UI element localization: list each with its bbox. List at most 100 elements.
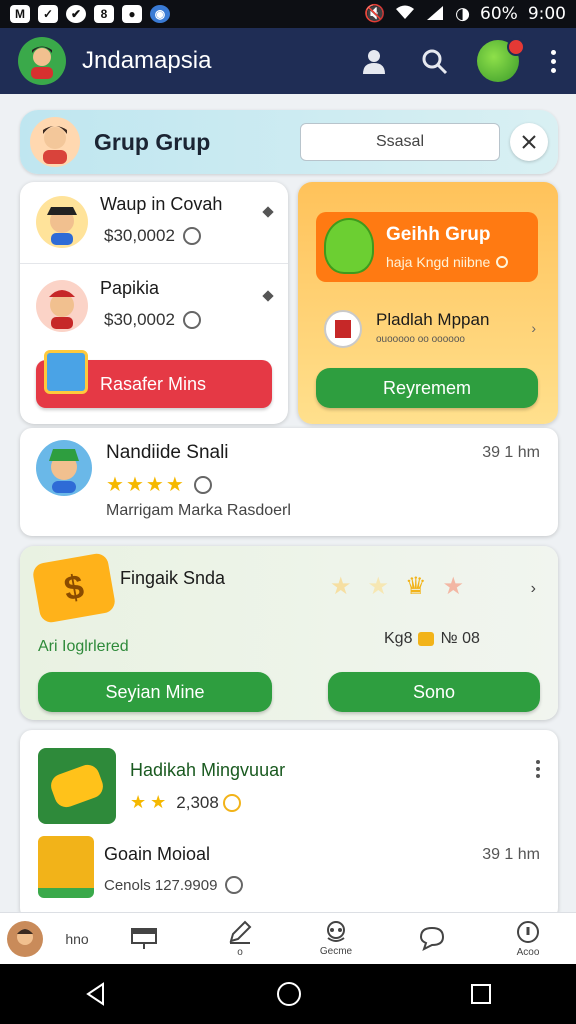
chevron-right-icon: › (531, 320, 536, 336)
games-list-card: Hadikah Mingvuuar ★ ★ 2,308 Goain Moioal… (20, 730, 558, 920)
star-rating: ★ ★ ★ ★ (106, 472, 212, 497)
more-icon[interactable] (262, 206, 274, 218)
list-item[interactable]: Papikia $30,0002 (20, 268, 288, 348)
coin-icon (225, 876, 244, 894)
fries-icon[interactable] (38, 836, 94, 898)
marketplace-list-card: Waup in Covah $30,0002 Papikia $30,0002 … (20, 182, 288, 424)
star-icon: ★ (106, 474, 124, 496)
star-icon: ★ (125, 474, 144, 496)
profile-description: Marrigam Marka Rasdoerl (106, 502, 291, 519)
status-bar: M ✓ ✔ 8 ● ◉ 🔇 ◑ 60% 9:00 (0, 0, 576, 28)
chat-icon (419, 926, 445, 951)
lock-icon: ● (122, 5, 142, 23)
nav-item-game[interactable]: Gecme (288, 913, 384, 964)
reward-subtitle: Ari Ioglrlered (38, 638, 129, 655)
item-price: $30,0002 (104, 226, 175, 245)
nav-item-edit[interactable]: o (192, 913, 288, 964)
recents-icon[interactable] (469, 982, 493, 1006)
clock: 9:00 (527, 4, 566, 24)
coin-icon (182, 227, 201, 245)
more-icon[interactable] (262, 290, 274, 302)
more-menu-button[interactable] (536, 760, 540, 778)
seyian-mine-button[interactable]: Seyian Mine (38, 672, 272, 712)
star-icon: ★ (150, 792, 167, 812)
seller-avatar (36, 280, 88, 332)
mascot-icon (324, 218, 374, 274)
rasafer-mins-button[interactable]: Rasafer Mins (36, 350, 272, 408)
battery-percent: 60% (480, 4, 518, 24)
mute-icon: 🔇 (364, 4, 386, 24)
storefront-icon (131, 927, 157, 949)
rating-count: 2,308 (176, 792, 219, 812)
item-name: Waup in Covah (100, 194, 223, 214)
star-icon: ★ (165, 474, 184, 496)
reward-count: Kg8 (384, 630, 413, 647)
reward-count-value: № 08 (440, 630, 480, 647)
close-icon (522, 135, 536, 149)
app-bar: Jndamapsia (0, 28, 576, 94)
item-name: Papikia (100, 278, 160, 298)
profile-icon (7, 920, 44, 957)
sono-button[interactable]: Sono (328, 672, 540, 712)
group-header: Grup Grup (20, 110, 558, 174)
game-thumbnail[interactable] (38, 748, 116, 824)
promo-title: Geihh Grup (386, 224, 491, 245)
item-subtitle: Cenols 127.9909 (104, 876, 218, 894)
profile-avatar (36, 440, 92, 496)
profile-card[interactable]: Nandiide Snali 39 1 hm ★ ★ ★ ★ Marrigam … (20, 428, 558, 536)
promo-item[interactable]: Pladlah Mppan ouooooo oo oooooo › (324, 308, 544, 352)
close-button[interactable] (510, 123, 548, 161)
edit-icon (229, 920, 252, 944)
battery-icon: ◑ (455, 4, 471, 24)
seller-avatar (36, 196, 88, 248)
promo-item-subtitle: ouooooo oo oooooo (376, 334, 465, 345)
reward-card: $ Fingaik Snda Ari Ioglrlered ★ ★ ♛ ★ › … (20, 546, 558, 720)
star-icon: ★ (145, 474, 164, 496)
reyremem-button[interactable]: Reyremem (316, 368, 538, 408)
messenger-icon: ✔ (66, 5, 86, 23)
list-item[interactable]: Waup in Covah $30,0002 (20, 184, 288, 264)
rewards-button[interactable] (477, 38, 525, 82)
promo-card: Geihh Grup haja Kngd niibne Pladlah Mppa… (298, 182, 558, 424)
nav-item-profile[interactable]: hno (0, 913, 96, 964)
wifi-icon (395, 4, 415, 25)
reward-title: Fingaik Snda (120, 568, 226, 588)
nav-item-chat[interactable] (384, 913, 480, 964)
gift-box-icon (44, 350, 88, 394)
home-icon[interactable] (275, 980, 303, 1008)
star-rating: ★ ★ 2,308 (130, 792, 241, 813)
promo-banner[interactable]: Geihh Grup haja Kngd niibne (316, 212, 538, 282)
more-menu-button[interactable] (545, 49, 562, 73)
bottom-nav: hno o Gecme Acoo (0, 912, 576, 964)
group-avatar[interactable] (30, 117, 80, 167)
game-icon (327, 921, 345, 942)
nav-item-info[interactable]: Acoo (480, 913, 576, 964)
coin-icon (182, 311, 201, 329)
coin-icon (193, 475, 212, 494)
mail-icon: M (10, 5, 30, 23)
profile-button[interactable] (357, 44, 391, 78)
coin-icon (418, 632, 435, 646)
browser-icon: ◉ (150, 5, 170, 23)
reward-stars: ★ ★ ♛ ★ (330, 572, 464, 601)
search-button[interactable] (417, 44, 451, 78)
nav-item-store[interactable] (96, 913, 192, 964)
item-title[interactable]: Goain Moioal (104, 844, 210, 865)
back-icon[interactable] (83, 981, 109, 1007)
system-nav-bar (0, 964, 576, 1024)
star-icon: ★ (442, 573, 465, 600)
signal-icon (425, 4, 445, 25)
app-title: Jndamapsia (82, 47, 212, 74)
chevron-right-icon[interactable]: › (531, 580, 536, 598)
app-avatar[interactable] (18, 37, 66, 85)
search-icon (422, 49, 448, 75)
ticket-icon (324, 310, 362, 348)
item-price: $30,0002 (104, 310, 175, 329)
game-title[interactable]: Hadikah Mingvuuar (130, 760, 285, 781)
promo-item-title: Pladlah Mppan (376, 310, 490, 329)
search-input[interactable] (300, 123, 500, 161)
star-icon: ★ (130, 792, 147, 812)
check-box-icon: ✓ (38, 5, 58, 23)
profile-time: 39 1 hm (482, 444, 540, 461)
info-icon (517, 921, 539, 943)
